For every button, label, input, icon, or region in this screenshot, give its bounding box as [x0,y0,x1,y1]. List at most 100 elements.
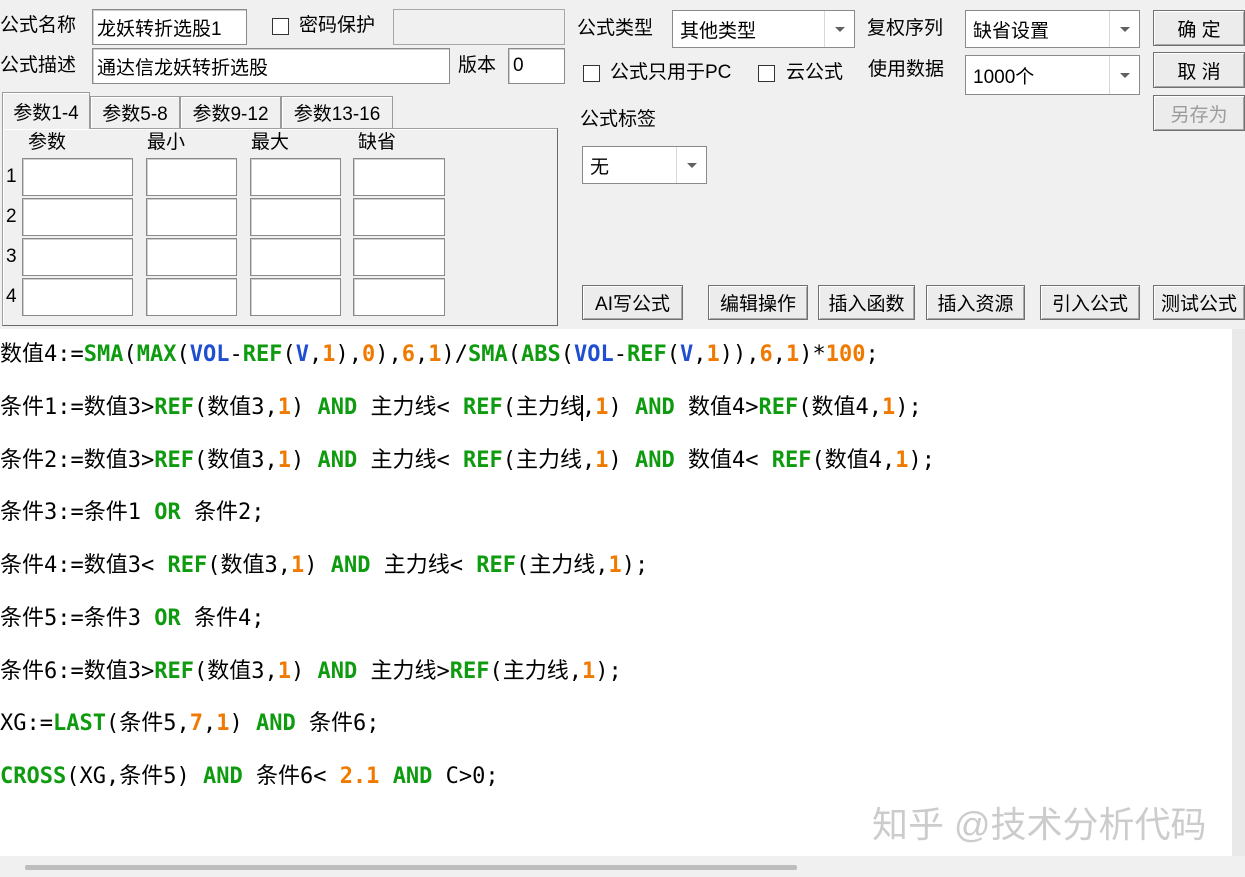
code-token-text: 条件1:=数值3> [0,394,155,420]
horizontal-scrollbar-thumb[interactable] [25,865,797,870]
insert-function-button[interactable]: 插入函数 [818,285,915,320]
code-line[interactable]: 数值4:=SMA(MAX(VOL-REF(V,1),0),6,1)/SMA(AB… [0,329,1232,382]
vertical-scrollbar[interactable] [1232,329,1245,856]
code-token-text: 主力线< [357,447,463,473]
code-line[interactable]: CROSS(XG,条件5) AND 条件6< 2.1 AND C>0; [0,751,1232,804]
tab-params-1-4[interactable]: 参数1-4 [2,92,90,129]
code-token-number: 1 [277,447,291,473]
formula-type-dropdown-button[interactable] [824,11,854,47]
formula-tag-select[interactable]: 无 [582,146,707,184]
code-token-function: SMA [468,342,508,367]
code-token-function: REF [154,658,194,684]
data-count-select[interactable]: 1000个 [965,55,1140,95]
save-as-button[interactable]: 另存为 [1153,95,1245,131]
ai-write-formula-button[interactable]: AI写公式 [582,285,683,320]
param-name-input[interactable] [22,278,133,316]
code-token-number: 1 [895,447,909,473]
data-count-value: 1000个 [973,66,1035,88]
code-token-text: 数值4> [674,394,759,420]
formula-tag-label: 公式标签 [580,109,657,130]
code-line[interactable]: XG:=LAST(条件5,7,1) AND 条件6; [0,698,1232,751]
ok-button[interactable]: 确 定 [1153,10,1245,46]
code-token-text: 条件6; [295,711,380,737]
insert-resource-button[interactable]: 插入资源 [926,285,1025,320]
code-token-number: 6 [759,342,773,367]
pc-only-checkbox[interactable] [583,65,600,82]
code-token-function: AND [634,394,675,420]
formula-tag-dropdown-button[interactable] [676,147,706,183]
pc-only-label: 公式只用于PC [610,62,732,83]
cancel-button[interactable]: 取 消 [1153,52,1245,88]
code-token-text: 条件4; [180,605,265,631]
code-token-function: AND [330,553,371,578]
version-input[interactable] [508,48,565,84]
code-token-number: 2.1 [339,764,380,789]
param-default-input[interactable] [353,198,445,236]
formula-type-select[interactable]: 其他类型 [672,10,855,48]
code-token-text: 条件2; [180,500,265,526]
import-formula-button[interactable]: 引入公式 [1040,285,1140,320]
code-line[interactable]: 条件2:=数值3>REF(数值3,1) AND 主力线< REF(主力线,1) … [0,435,1232,488]
test-formula-button[interactable]: 测试公式 [1153,285,1245,320]
param-min-input[interactable] [146,158,237,196]
code-token-function: AND [255,711,296,737]
code-token-text: (主力线, [502,447,596,473]
chevron-down-icon [834,26,845,32]
formula-description-input[interactable] [92,48,450,84]
code-token-function: AND [202,764,243,789]
param-default-input[interactable] [353,158,445,196]
code-token-number: 1 [277,658,291,684]
code-token-text: (主力线, [515,553,609,578]
password-input[interactable] [393,9,565,45]
code-token-text: ( [666,342,680,367]
code-token-text: (数值3, [207,553,291,578]
param-name-input[interactable] [22,158,133,196]
code-token-number: 100 [825,342,866,367]
code-token-function: SMA [83,342,124,367]
code-token-function: REF [449,658,490,684]
code-line[interactable]: 条件4:=数值3< REF(数值3,1) AND 主力线< REF(主力线,1)… [0,540,1232,593]
code-token-number: 1 [706,342,720,367]
horizontal-scrollbar[interactable] [0,856,1245,877]
code-token-text: - [229,342,243,367]
code-line[interactable]: 条件3:=条件1 OR 条件2; [0,487,1232,540]
param-max-input[interactable] [250,158,341,196]
code-token-text: ) [290,658,318,684]
adjust-sequence-select[interactable]: 缺省设置 [965,10,1140,48]
code-token-number: 1 [608,553,622,578]
formula-tag-value: 无 [590,156,610,178]
code-token-function: REF [476,553,516,578]
adjust-sequence-dropdown-button[interactable] [1109,11,1139,47]
param-max-input[interactable] [250,278,341,316]
code-line[interactable]: 条件5:=条件3 OR 条件4; [0,593,1232,646]
password-protect-checkbox[interactable] [272,18,289,35]
code-token-function: OR [154,605,181,631]
param-name-input[interactable] [22,238,133,276]
code-lines[interactable]: 数值4:=SMA(MAX(VOL-REF(V,1),0),6,1)/SMA(AB… [0,329,1232,804]
code-token-text: 数值4< [674,447,772,473]
code-token-text: , [772,342,786,367]
param-default-input[interactable] [353,278,445,316]
formula-name-input[interactable] [92,9,247,45]
data-count-dropdown-button[interactable] [1109,56,1139,94]
param-min-input[interactable] [146,198,237,236]
param-max-input[interactable] [250,198,341,236]
param-name-input[interactable] [22,198,133,236]
param-min-input[interactable] [146,278,237,316]
adjust-sequence-label: 复权序列 [867,18,944,39]
formula-name-label: 公式名称 [0,15,77,36]
code-token-text: 条件5:=条件3 [0,605,155,631]
formula-code-editor[interactable]: 数值4:=SMA(MAX(VOL-REF(V,1),0),6,1)/SMA(AB… [0,329,1232,856]
param-max-input[interactable] [250,238,341,276]
param-default-input[interactable] [353,238,445,276]
param-row-index: 1 [6,166,17,187]
tab-params-9-12[interactable]: 参数9-12 [180,96,281,128]
tab-params-5-8[interactable]: 参数5-8 [90,96,180,128]
code-token-function: REF [462,394,503,420]
tab-params-13-16[interactable]: 参数13-16 [281,96,393,128]
cloud-formula-checkbox[interactable] [758,65,775,82]
code-line[interactable]: 条件6:=数值3>REF(数值3,1) AND 主力线>REF(主力线,1); [0,646,1232,699]
param-min-input[interactable] [146,238,237,276]
code-line[interactable]: 条件1:=数值3>REF(数值3,1) AND 主力线< REF(主力线,1) … [0,382,1232,435]
edit-operations-button[interactable]: 编辑操作 [708,285,808,320]
